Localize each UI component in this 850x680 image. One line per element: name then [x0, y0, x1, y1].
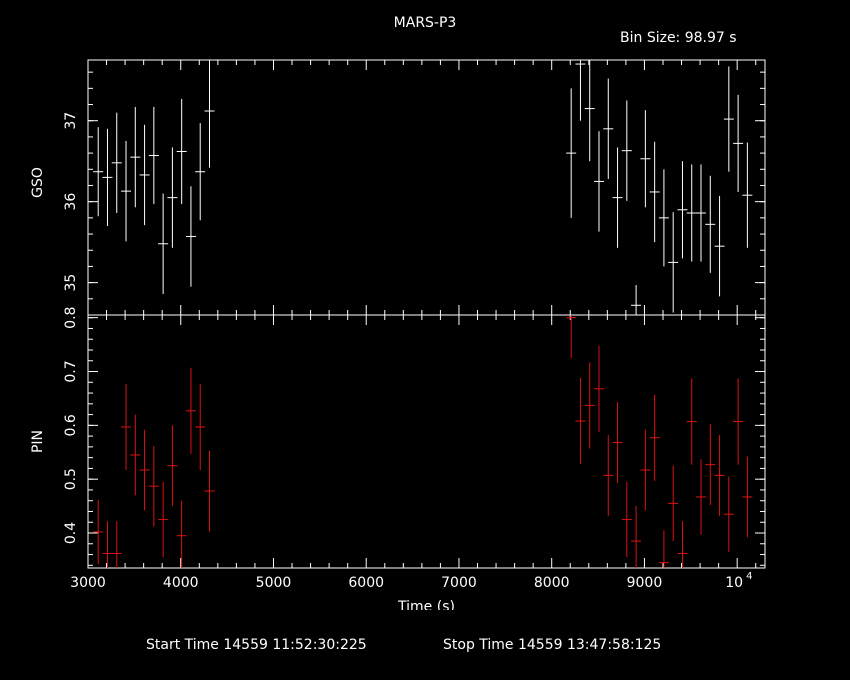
pin-y-tick-label: 0.8: [63, 307, 79, 329]
x-tick-label: 7000: [441, 575, 477, 591]
light-curve-plot: 35 36 37 GSO 0.4 0.5 0.6 0.7 0.8 PIN 3000 4000 5000 6…: [30, 59, 766, 610]
stop-time-label: Stop Time 14559 13:47:58:125: [443, 637, 662, 653]
x-tick-label: 3000: [70, 575, 106, 591]
pin-y-axis-label: PIN: [30, 430, 46, 453]
x-tick-label: 4000: [163, 575, 199, 591]
gso-y-tick-label: 35: [63, 274, 79, 292]
x-tick-label: 8000: [534, 575, 570, 591]
x-tick-label: 5000: [256, 575, 292, 591]
gso-y-tick-label: 37: [63, 112, 79, 130]
pin-panel-frame: [87, 314, 766, 569]
start-time-label: Start Time 14559 11:52:30:225: [146, 637, 367, 653]
x-tick-exponent: 4: [746, 571, 752, 582]
pin-y-tick-label: 0.7: [63, 360, 79, 382]
pin-y-tick-label: 0.5: [63, 468, 79, 490]
pin-y-tick-label: 0.6: [63, 414, 79, 436]
x-tick-label: 10: [725, 575, 743, 591]
gso-y-axis-label: GSO: [30, 167, 46, 198]
x-tick-label: 9000: [627, 575, 663, 591]
pin-y-tick-label: 0.4: [63, 522, 79, 544]
x-axis-label: Time (s): [397, 599, 455, 610]
gso-y-tick-label: 36: [63, 193, 79, 211]
x-tick-label: 6000: [348, 575, 384, 591]
